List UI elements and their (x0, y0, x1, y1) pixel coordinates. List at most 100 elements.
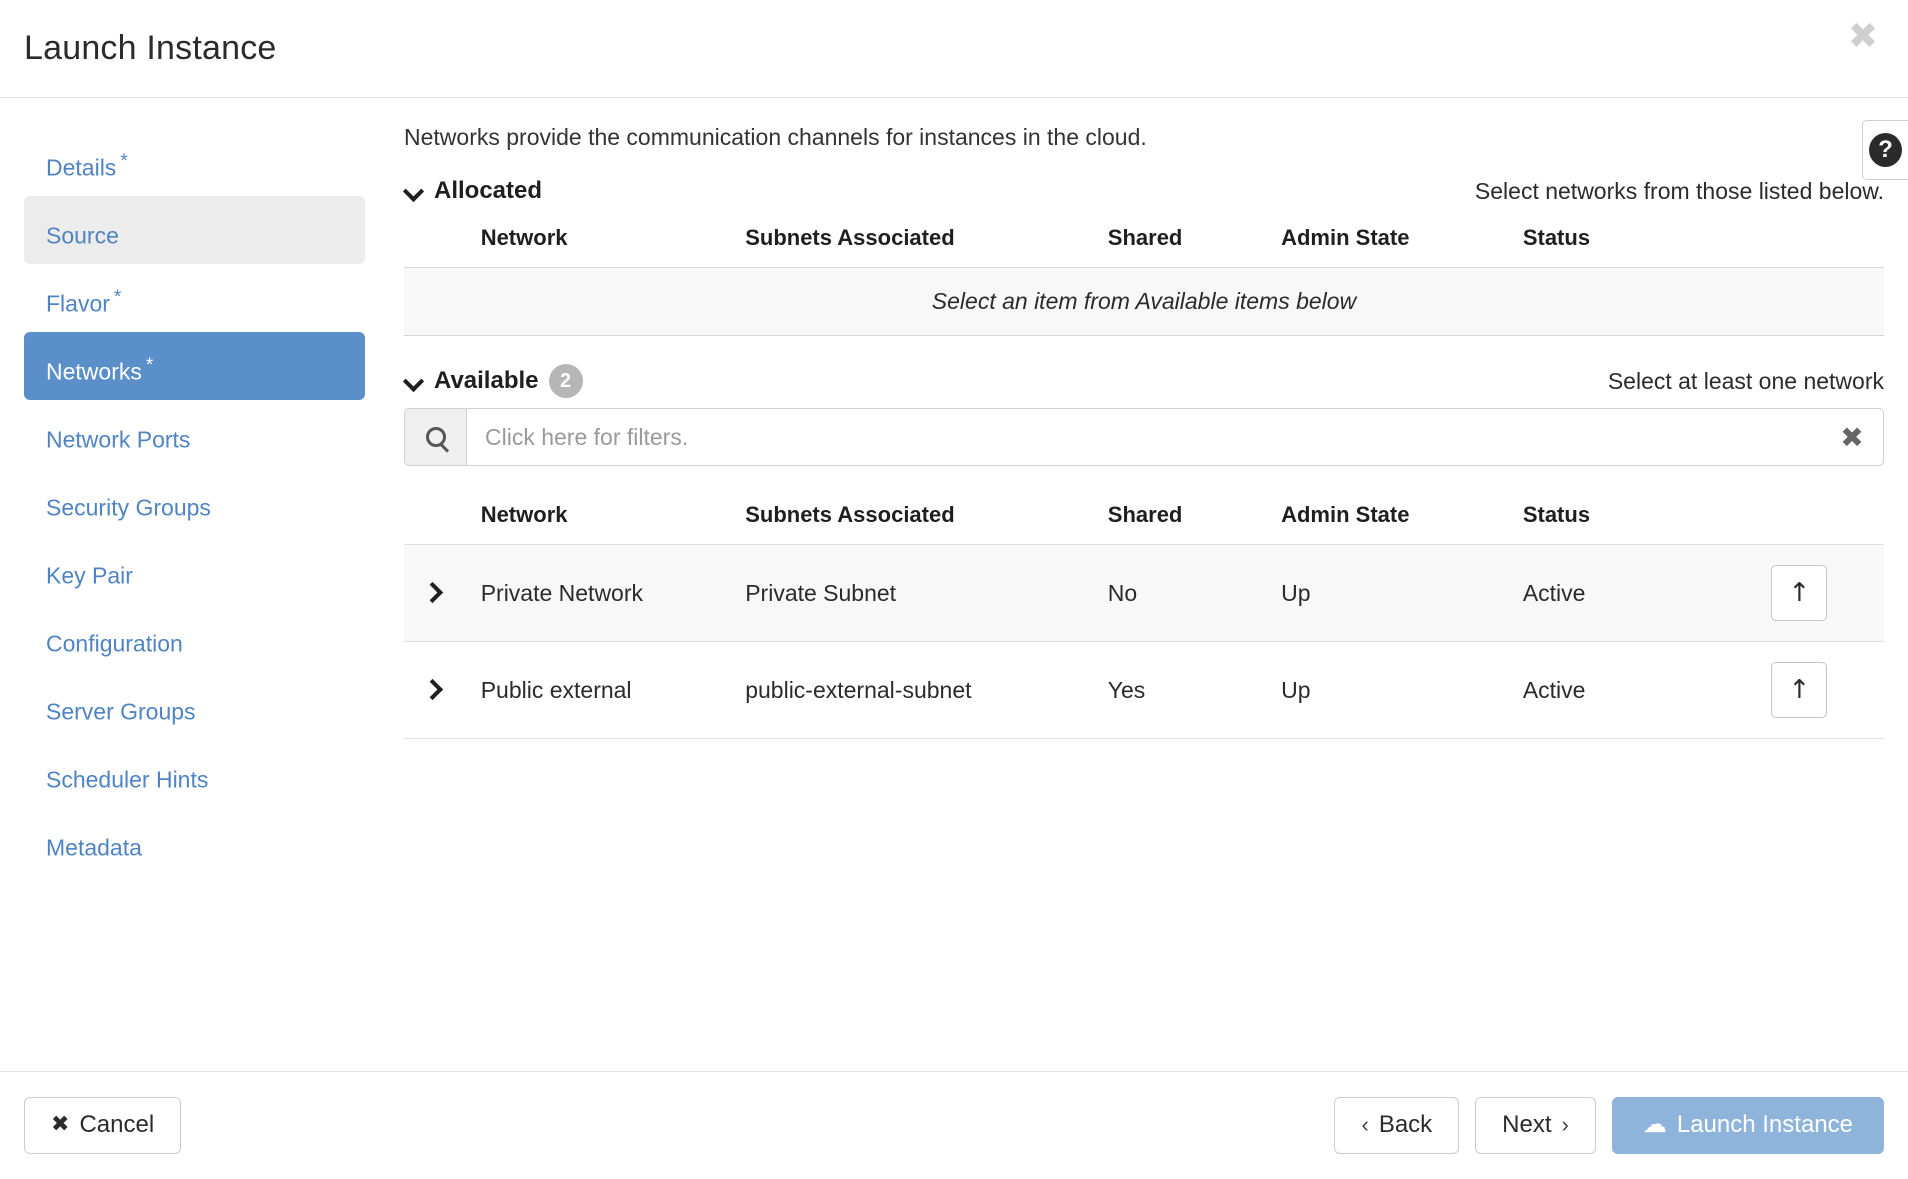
cell-admin-state: Up (1275, 545, 1517, 642)
launch-instance-modal: Launch Instance ✖ Details* Source Flavor… (0, 0, 1908, 1179)
sidebar-item-source[interactable]: Source (24, 196, 365, 264)
help-icon: ? (1869, 133, 1902, 167)
spacer-cell (404, 492, 475, 545)
column-header-status: Status (1517, 215, 1766, 268)
sidebar-item-metadata[interactable]: Metadata (24, 808, 365, 876)
chevron-left-icon: ‹ (1361, 1113, 1368, 1137)
cell-network: Private Network (475, 545, 740, 642)
close-icon: ✖ (51, 1113, 69, 1137)
search-input[interactable] (467, 409, 1821, 465)
sidebar-item-label: Server Groups (46, 699, 196, 725)
column-header-network: Network (475, 492, 740, 545)
search-icon (426, 427, 446, 447)
column-header-status: Status (1517, 492, 1766, 545)
spacer-cell (1765, 492, 1884, 545)
cell-subnets: public-external-subnet (739, 642, 1102, 739)
column-header-admin-state: Admin State (1275, 492, 1517, 545)
column-header-admin-state: Admin State (1275, 215, 1517, 268)
networks-panel: ? Networks provide the communication cha… (390, 98, 1908, 1071)
cell-subnets: Private Subnet (739, 545, 1102, 642)
spacer-cell (404, 215, 475, 268)
back-button-label: Back (1379, 1112, 1432, 1138)
panel-description: Networks provide the communication chann… (404, 124, 1884, 151)
cancel-button[interactable]: ✖ Cancel (24, 1097, 181, 1153)
clear-filter-icon[interactable]: ✖ (1821, 409, 1883, 465)
sidebar-item-key-pair[interactable]: Key Pair (24, 536, 365, 604)
sidebar-item-label: Networks (46, 359, 142, 385)
cell-status: Active (1517, 545, 1766, 642)
sidebar-item-server-groups[interactable]: Server Groups (24, 672, 365, 740)
help-button[interactable]: ? (1862, 120, 1908, 180)
allocated-hint: Select networks from those listed below. (1475, 178, 1884, 205)
cloud-upload-icon: ☁ (1643, 1112, 1667, 1138)
search-icon-box (405, 409, 467, 465)
sidebar-item-security-groups[interactable]: Security Groups (24, 468, 365, 536)
allocated-empty-message: Select an item from Available items belo… (404, 268, 1884, 336)
sidebar-item-flavor[interactable]: Flavor* (24, 264, 365, 332)
sidebar-item-scheduler-hints[interactable]: Scheduler Hints (24, 740, 365, 808)
footer-actions: ‹ Back Next › ☁ Launch Instance (1334, 1097, 1884, 1153)
sidebar-item-label: Key Pair (46, 563, 133, 589)
sidebar-item-label: Details (46, 155, 116, 181)
column-header-shared: Shared (1102, 492, 1275, 545)
sidebar-item-network-ports[interactable]: Network Ports (24, 400, 365, 468)
launch-instance-button[interactable]: ☁ Launch Instance (1612, 1097, 1884, 1153)
allocate-network-button[interactable]: ↑ (1771, 662, 1827, 718)
allocate-network-button[interactable]: ↑ (1771, 565, 1827, 621)
table-row[interactable]: Private Network Private Subnet No Up Act… (404, 545, 1884, 642)
allocated-section-header: Allocated Select networks from those lis… (404, 177, 1884, 205)
chevron-right-icon: › (1562, 1113, 1569, 1137)
cell-status: Active (1517, 642, 1766, 739)
cell-admin-state: Up (1275, 642, 1517, 739)
modal-header: Launch Instance ✖ (0, 0, 1908, 98)
sidebar-item-label: Source (46, 223, 119, 249)
available-count-badge: 2 (549, 364, 583, 398)
spacer-cell (1765, 215, 1884, 268)
available-table: Network Subnets Associated Shared Admin … (404, 492, 1884, 739)
table-header-row: Network Subnets Associated Shared Admin … (404, 492, 1884, 545)
table-row[interactable]: Public external public-external-subnet Y… (404, 642, 1884, 739)
column-header-subnets: Subnets Associated (739, 215, 1102, 268)
wizard-sidebar: Details* Source Flavor* Networks* Networ… (0, 98, 390, 1071)
sidebar-item-label: Security Groups (46, 495, 211, 521)
chevron-right-icon[interactable] (424, 583, 442, 601)
cell-action: ↑ (1765, 545, 1884, 642)
cell-shared: No (1102, 545, 1275, 642)
modal-footer: ✖ Cancel ‹ Back Next › ☁ Launch Instance (0, 1071, 1908, 1179)
sidebar-item-label: Network Ports (46, 427, 190, 453)
sidebar-item-label: Flavor (46, 291, 110, 317)
column-header-subnets: Subnets Associated (739, 492, 1102, 545)
sidebar-item-label: Configuration (46, 631, 183, 657)
sidebar-item-configuration[interactable]: Configuration (24, 604, 365, 672)
cell-shared: Yes (1102, 642, 1275, 739)
required-marker: * (120, 151, 127, 172)
available-hint: Select at least one network (1608, 368, 1884, 395)
column-header-network: Network (475, 215, 740, 268)
close-icon[interactable]: ✖ (1840, 14, 1886, 60)
cell-network: Public external (475, 642, 740, 739)
chevron-down-icon[interactable] (404, 181, 424, 201)
expand-cell[interactable] (404, 545, 475, 642)
available-section: Available 2 Select at least one network … (404, 364, 1884, 739)
table-header-row: Network Subnets Associated Shared Admin … (404, 215, 1884, 268)
cancel-button-label: Cancel (79, 1112, 154, 1138)
column-header-shared: Shared (1102, 215, 1275, 268)
allocated-title: Allocated (434, 177, 542, 205)
back-button[interactable]: ‹ Back (1334, 1097, 1459, 1153)
modal-body: Details* Source Flavor* Networks* Networ… (0, 98, 1908, 1071)
filter-bar: ✖ (404, 408, 1884, 466)
available-title: Available (434, 367, 539, 395)
required-marker: * (146, 355, 153, 376)
chevron-down-icon[interactable] (404, 371, 424, 391)
chevron-right-icon[interactable] (424, 680, 442, 698)
sidebar-item-networks[interactable]: Networks* (24, 332, 365, 400)
next-button[interactable]: Next › (1475, 1097, 1596, 1153)
launch-instance-label: Launch Instance (1677, 1112, 1853, 1138)
expand-cell[interactable] (404, 642, 475, 739)
page-title: Launch Instance (24, 29, 277, 68)
next-button-label: Next (1502, 1112, 1551, 1138)
sidebar-item-label: Metadata (46, 835, 142, 861)
cell-action: ↑ (1765, 642, 1884, 739)
sidebar-item-details[interactable]: Details* (24, 128, 365, 196)
required-marker: * (114, 287, 121, 308)
